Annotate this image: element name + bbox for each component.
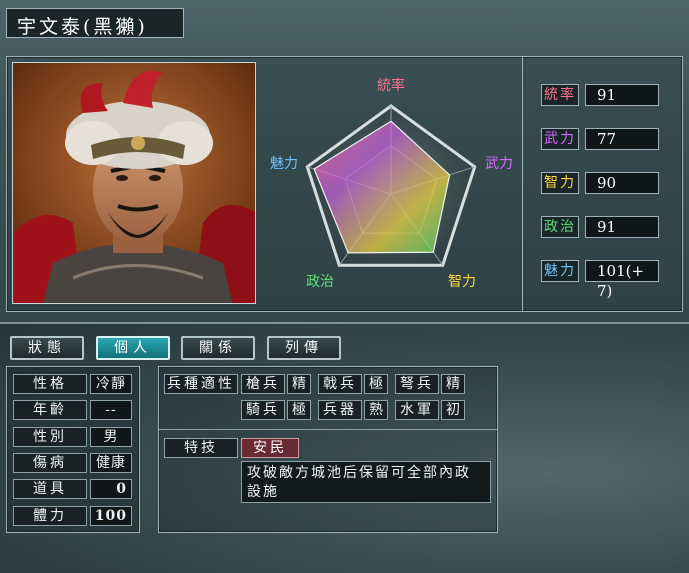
general-portrait — [12, 62, 256, 304]
radar-label-leadership: 統率 — [377, 77, 405, 94]
name-plate: 宇文泰(黑獺) — [6, 8, 184, 38]
tab-biography[interactable]: 列傳 — [267, 336, 341, 360]
tab-relations[interactable]: 關係 — [181, 336, 255, 360]
aptitude-divider — [159, 429, 497, 430]
skill-description: 攻破敵方城池后保留可全部內政設施 — [241, 461, 491, 503]
stat-label-2: 智力 — [541, 172, 579, 194]
radar-label-intelligence: 智力 — [448, 274, 476, 290]
skill-name-button[interactable]: 安民 — [241, 438, 299, 458]
aptitude-title: 兵種適性 — [164, 374, 238, 394]
personal-label-3: 傷病 — [13, 453, 87, 473]
radar-label-charisma: 魅力 — [270, 156, 298, 172]
aptitude-type-0-2: 弩兵 — [395, 374, 439, 394]
stat-value-0: 91 — [585, 84, 659, 106]
personal-label-2: 性別 — [13, 427, 87, 447]
radar-svg: 統率武力智力 政治 魅力 — [270, 77, 513, 290]
personal-value-0: 冷靜 — [90, 374, 132, 394]
personal-value-2: 男 — [90, 427, 132, 447]
aptitude-type-0-0: 槍兵 — [241, 374, 285, 394]
stat-label-0: 統率 — [541, 84, 579, 106]
aptitude-rank-1-2: 初 — [441, 400, 465, 420]
aptitude-type-0-1: 戟兵 — [318, 374, 362, 394]
aptitude-type-1-1: 兵器 — [318, 400, 362, 420]
aptitude-type-1-0: 騎兵 — [241, 400, 285, 420]
stats-divider — [522, 56, 523, 312]
personal-label-1: 年齡 — [13, 400, 87, 420]
radar-label-politics: 政治 — [306, 274, 334, 290]
personal-label-5: 體力 — [13, 506, 87, 526]
aptitude-rank-1-1: 熟 — [364, 400, 388, 420]
radar-label-war: 武力 — [485, 156, 513, 172]
aptitude-rank-0-0: 精 — [287, 374, 311, 394]
stat-value-1: 77 — [585, 128, 659, 150]
skill-description-text: 攻破敵方城池后保留可全部內政設施 — [247, 465, 471, 500]
stat-value-4: 101(+ 7) — [585, 260, 659, 300]
aptitude-type-1-2: 水軍 — [395, 400, 439, 420]
stat-value-2: 90 — [585, 172, 659, 194]
ability-radar-chart: 統率武力智力 政治 魅力 — [262, 62, 520, 306]
stat-label-3: 政治 — [541, 216, 579, 238]
personal-value-4: 0 — [90, 479, 132, 499]
personal-value-5: 100 — [90, 506, 132, 526]
personal-value-3: 健康 — [90, 453, 132, 473]
tab-personal[interactable]: 個人 — [96, 336, 170, 360]
personal-label-4: 道具 — [13, 479, 87, 499]
skill-label: 特技 — [164, 438, 238, 458]
aptitude-rank-0-1: 極 — [364, 374, 388, 394]
bottom-frame-line — [0, 322, 689, 324]
stat-label-4: 魅力 — [541, 260, 579, 282]
aptitude-rank-1-0: 極 — [287, 400, 311, 420]
portrait-image — [13, 63, 255, 303]
stat-label-1: 武力 — [541, 128, 579, 150]
personal-value-1: -- — [90, 400, 132, 420]
stat-value-3: 91 — [585, 216, 659, 238]
personal-label-0: 性格 — [13, 374, 87, 394]
general-name: 宇文泰(黑獺) — [17, 16, 148, 38]
aptitude-rank-0-2: 精 — [441, 374, 465, 394]
tab-status[interactable]: 狀態 — [10, 336, 84, 360]
